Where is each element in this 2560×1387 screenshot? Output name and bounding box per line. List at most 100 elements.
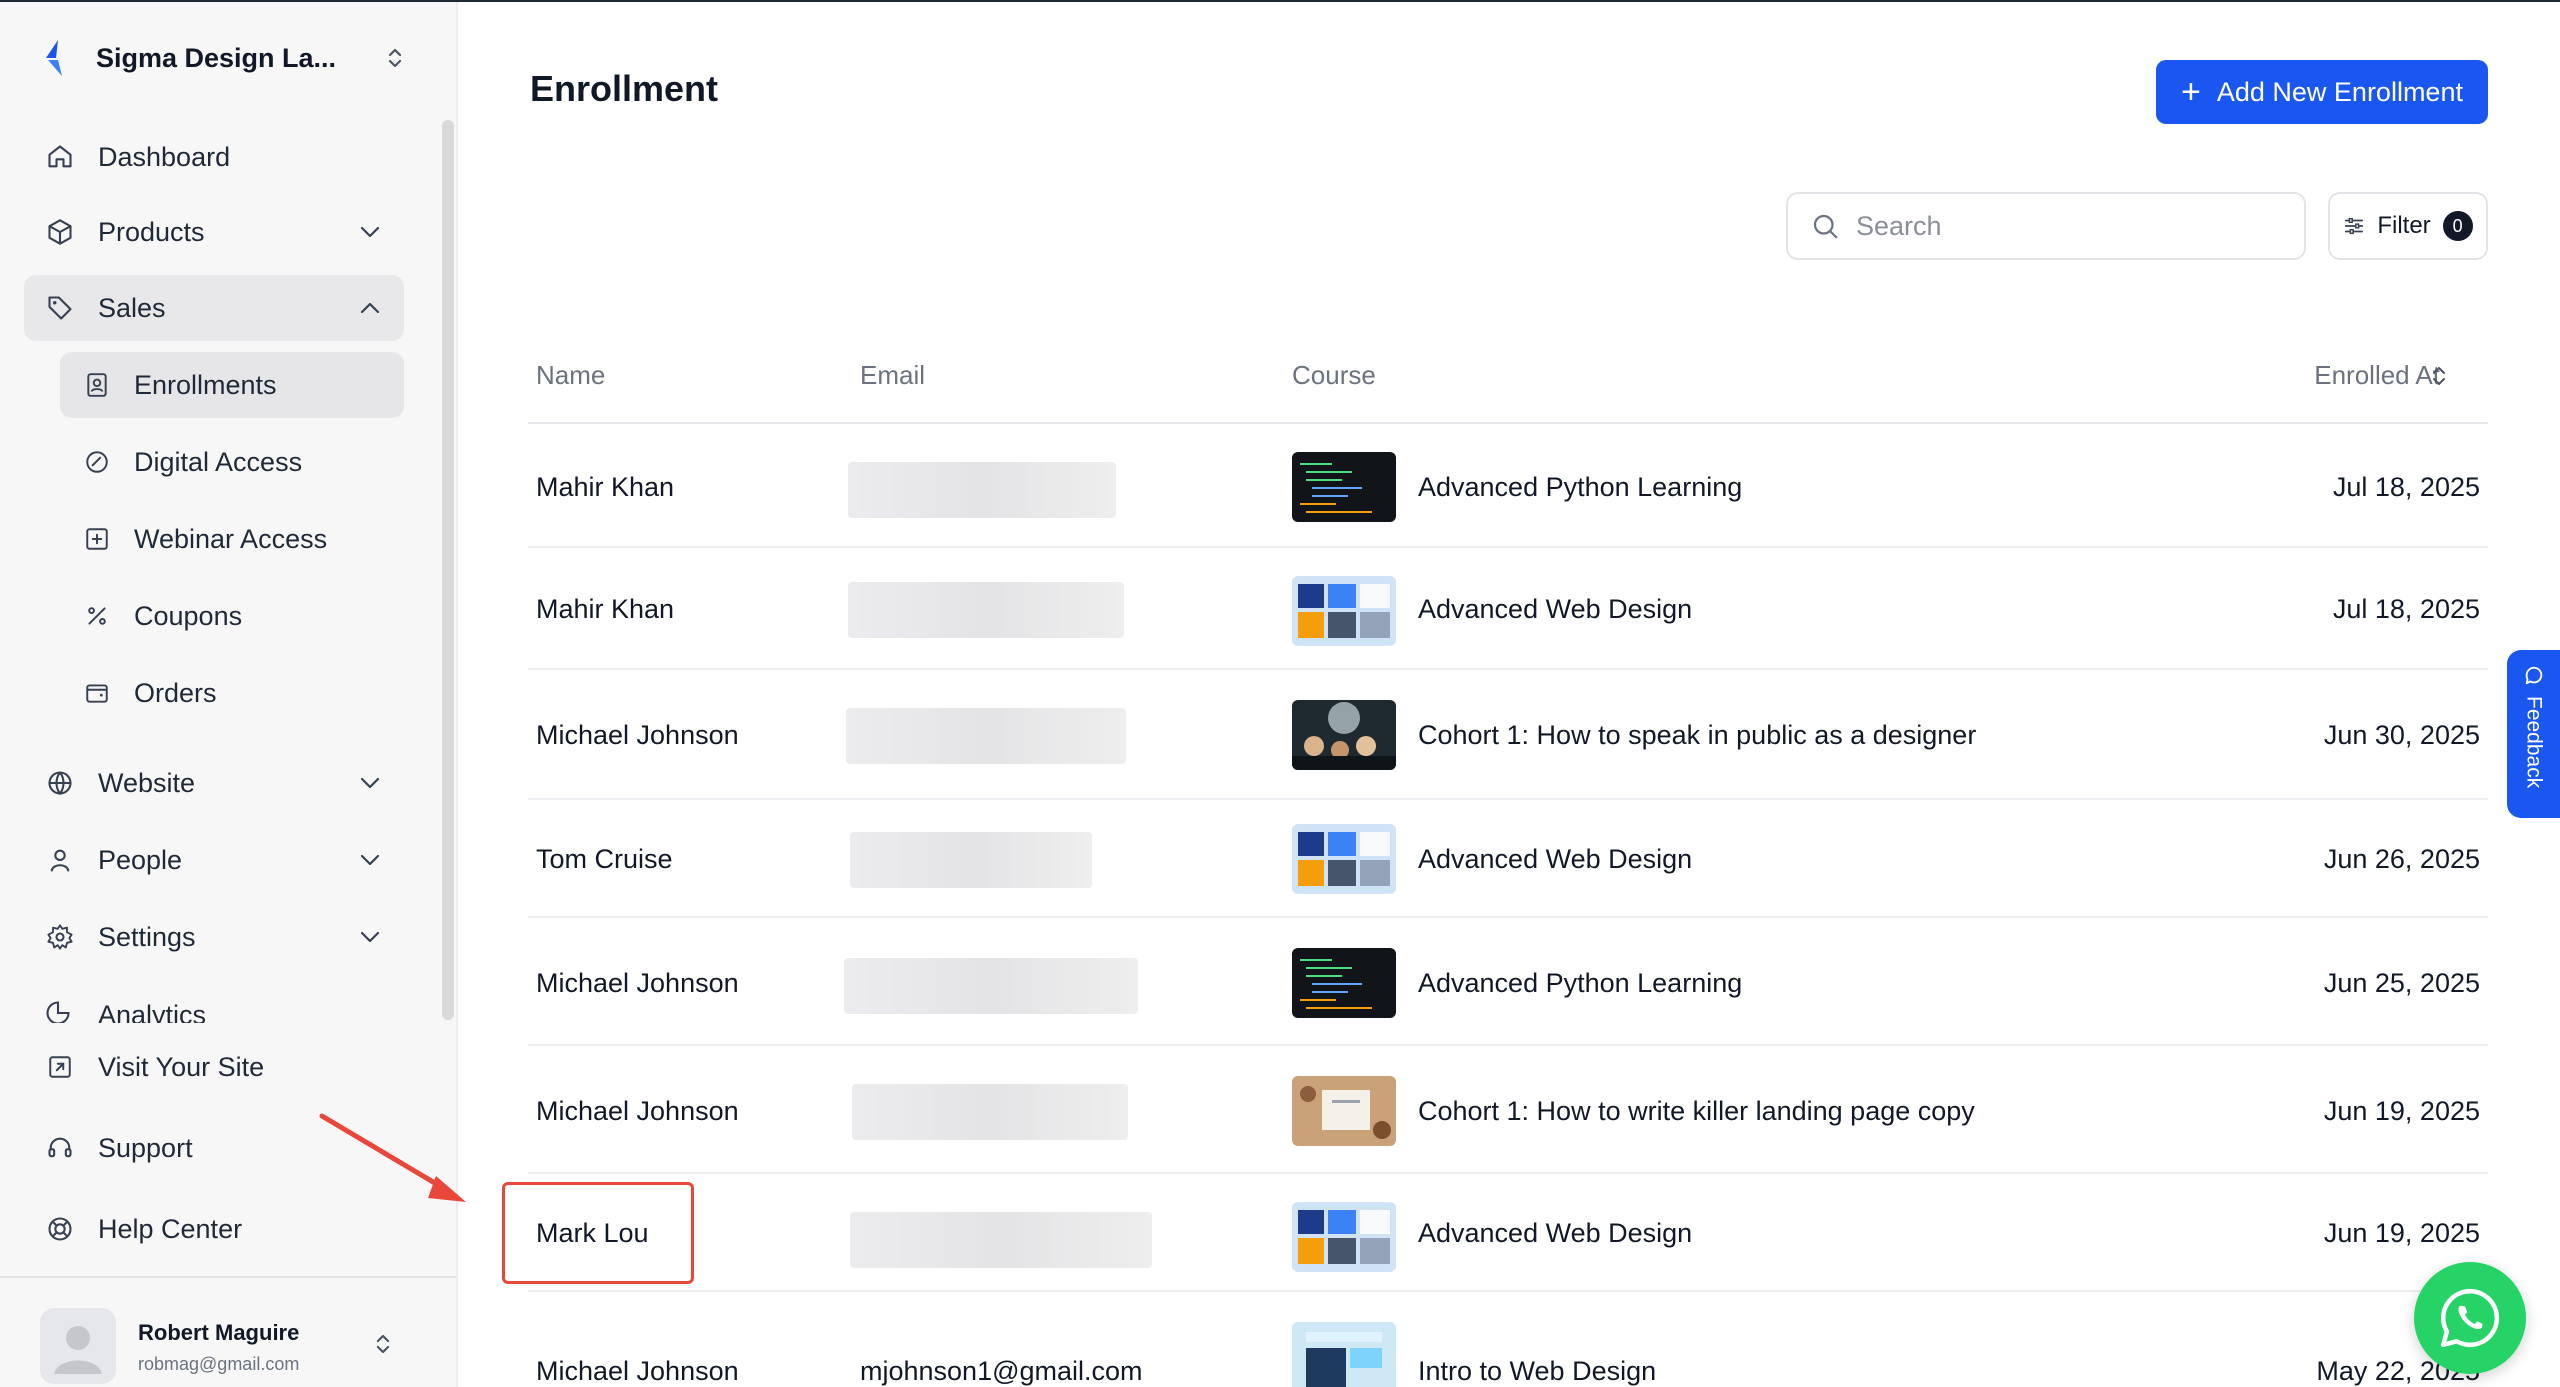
- user-icon: [44, 844, 76, 876]
- course-name: Advanced Web Design: [1418, 844, 1693, 874]
- avatar: [40, 1308, 116, 1384]
- course-name: Advanced Python Learning: [1418, 968, 1743, 998]
- sidebar-item-label: Enrollments: [134, 369, 277, 400]
- sidebar-item-sales[interactable]: Sales: [24, 275, 404, 341]
- sidebar-item-dashboard[interactable]: Dashboard: [24, 124, 404, 190]
- search-input[interactable]: [1856, 210, 2276, 242]
- brand-logo-icon: [46, 40, 62, 76]
- sidebar-scrollbar[interactable]: [442, 120, 454, 1020]
- feedback-label: Feedback: [2522, 696, 2546, 789]
- chevron-up-down-icon[interactable]: [368, 1324, 398, 1364]
- enrolled-date: Jun 26, 2025: [2323, 844, 2480, 874]
- sidebar-item-label: People: [98, 844, 183, 875]
- org-switcher[interactable]: Sigma Design La...: [40, 32, 410, 84]
- table-row[interactable]: Mark Lou Advanced Web Design Jun 19, 202…: [528, 1174, 2488, 1292]
- sidebar-item-label: Orders: [134, 677, 217, 708]
- highlight-box: [502, 1182, 694, 1284]
- column-header-name[interactable]: Name: [536, 360, 605, 391]
- user-email: robmag@gmail.com: [138, 1354, 300, 1374]
- lifebuoy-icon: [44, 1213, 76, 1245]
- plus-icon: +: [2181, 73, 2201, 111]
- email-redacted: [844, 958, 1138, 1014]
- sidebar-item-label: Webinar Access: [134, 523, 328, 554]
- table-row[interactable]: Mahir Khan Advanced Web Design Jul 18, 2…: [528, 548, 2488, 670]
- visit-site-link[interactable]: Visit Your Site: [24, 1034, 404, 1100]
- add-button-label: Add New Enrollment: [2216, 76, 2463, 107]
- chevron-down-icon[interactable]: [350, 840, 390, 880]
- table-row[interactable]: Michael Johnson mjohnson1@gmail.com Intr…: [528, 1292, 2488, 1387]
- email-redacted: [850, 1212, 1152, 1268]
- box-icon: [44, 216, 76, 248]
- square-plus-icon: [82, 524, 112, 554]
- course-thumbnail: [1292, 452, 1396, 522]
- sidebar-item-label: Help Center: [98, 1213, 243, 1244]
- sidebar-item-label: Analytics: [98, 999, 207, 1024]
- table-row[interactable]: Michael Johnson Cohort 1: How to speak i…: [528, 670, 2488, 800]
- chevron-down-icon[interactable]: [350, 212, 390, 252]
- sidebar-item-coupons[interactable]: Coupons: [60, 583, 404, 649]
- column-header-course[interactable]: Course: [1292, 360, 1376, 391]
- enrolled-date: Jun 25, 2025: [2323, 968, 2480, 998]
- enrolled-date: Jun 30, 2025: [2323, 720, 2480, 750]
- column-header-email[interactable]: Email: [860, 360, 925, 391]
- chevron-up-icon[interactable]: [350, 288, 390, 328]
- circle-slash-icon: [82, 447, 112, 477]
- enrolled-date: Jul 18, 2025: [2332, 594, 2480, 624]
- enrolled-date: Jun 19, 2025: [2323, 1096, 2480, 1126]
- email-redacted: [848, 582, 1124, 638]
- course-name: Cohort 1: How to speak in public as a de…: [1418, 720, 1977, 750]
- table-header: Name Email Course Enrolled At: [528, 350, 2488, 424]
- course-thumbnail: [1292, 824, 1396, 894]
- sidebar-item-website[interactable]: Website: [24, 750, 404, 816]
- sidebar-item-label: Digital Access: [134, 446, 303, 477]
- badge-user-icon: [82, 370, 112, 400]
- sidebar-item-analytics[interactable]: Analytics: [24, 987, 404, 1023]
- course-thumbnail: [1292, 948, 1396, 1018]
- enrollment-table: Name Email Course Enrolled At Mahir Khan…: [528, 350, 2488, 1387]
- sidebar-item-label: Coupons: [134, 600, 243, 631]
- wallet-icon: [82, 678, 112, 708]
- column-header-enrolled-at[interactable]: Enrolled At: [2314, 360, 2440, 391]
- enrolled-date: Jul 18, 2025: [2332, 472, 2480, 502]
- sort-icon[interactable]: [2430, 362, 2448, 390]
- sidebar-item-orders[interactable]: Orders: [60, 660, 404, 726]
- sidebar-item-label: Settings: [98, 921, 196, 952]
- percent-icon: [82, 601, 112, 631]
- table-row[interactable]: Michael Johnson Cohort 1: How to write k…: [528, 1046, 2488, 1174]
- enrollee-email: mjohnson1@gmail.com: [860, 1356, 1143, 1386]
- annotation-arrow: [319, 1113, 466, 1202]
- table-row[interactable]: Michael Johnson Advanced Python Learning…: [528, 918, 2488, 1046]
- chat-bubble-icon: [2523, 664, 2545, 686]
- chevron-down-icon[interactable]: [350, 763, 390, 803]
- sidebar-item-products[interactable]: Products: [24, 199, 404, 265]
- sidebar-item-people[interactable]: People: [24, 827, 404, 893]
- table-row[interactable]: Mahir Khan Advanced Python Learning Jul …: [528, 424, 2488, 548]
- enrollee-name: Mahir Khan: [536, 594, 675, 624]
- email-redacted: [848, 462, 1116, 518]
- globe-icon: [44, 767, 76, 799]
- sidebar-item-digital-access[interactable]: Digital Access: [60, 429, 404, 495]
- filter-button[interactable]: Filter 0: [2328, 192, 2488, 260]
- chevron-up-down-icon[interactable]: [380, 38, 410, 78]
- course-thumbnail: [1292, 1202, 1396, 1272]
- sidebar-item-label: Visit Your Site: [98, 1051, 265, 1082]
- course-thumbnail: [1292, 1076, 1396, 1146]
- whatsapp-chat-button[interactable]: [2414, 1262, 2526, 1374]
- user-menu[interactable]: Robert Maguire robmag@gmail.com: [0, 1276, 456, 1387]
- course-name: Advanced Web Design: [1418, 1218, 1693, 1248]
- chevron-down-icon[interactable]: [350, 917, 390, 957]
- search-field[interactable]: [1786, 192, 2306, 260]
- sidebar-item-webinar-access[interactable]: Webinar Access: [60, 506, 404, 572]
- enrollee-name: Michael Johnson: [536, 1096, 739, 1126]
- sidebar-item-settings[interactable]: Settings: [24, 904, 404, 970]
- search-icon: [1810, 211, 1840, 241]
- user-name: Robert Maguire: [138, 1320, 300, 1345]
- email-redacted: [852, 1084, 1128, 1140]
- org-name: Sigma Design La...: [96, 42, 337, 73]
- page-title: Enrollment: [530, 68, 719, 109]
- add-new-enrollment-button[interactable]: + Add New Enrollment: [2156, 60, 2488, 124]
- feedback-tab[interactable]: Feedback: [2507, 650, 2560, 818]
- table-row[interactable]: Tom Cruise Advanced Web Design Jun 26, 2…: [528, 800, 2488, 918]
- sidebar-item-enrollments[interactable]: Enrollments: [60, 352, 404, 418]
- course-name: Cohort 1: How to write killer landing pa…: [1418, 1096, 1975, 1126]
